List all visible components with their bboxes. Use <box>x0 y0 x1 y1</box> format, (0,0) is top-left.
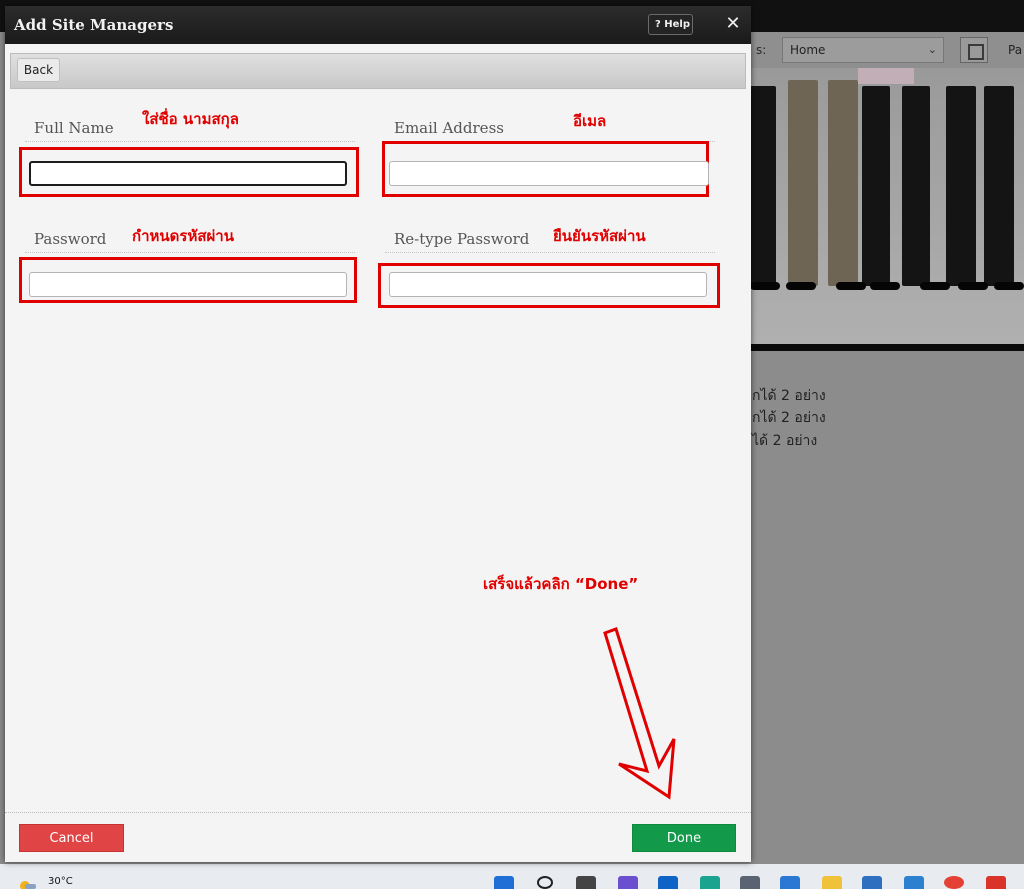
store-icon[interactable] <box>862 876 882 889</box>
hero-bottom-band <box>750 344 1024 351</box>
page-select[interactable]: Home ⌄ <box>782 37 944 63</box>
layout-icon[interactable] <box>960 37 988 63</box>
hero-image <box>750 68 1024 344</box>
background-text-line: ได้ 2 อย่าง <box>752 433 818 449</box>
file-explorer-icon[interactable] <box>822 876 842 889</box>
annotation-arrow-icon <box>603 627 676 800</box>
hero-shoe <box>994 282 1024 290</box>
chrome-icon[interactable] <box>944 876 964 889</box>
hero-shoe <box>920 282 950 290</box>
task-view-icon[interactable] <box>576 876 596 889</box>
hero-shoe <box>786 282 816 290</box>
hero-shoe <box>836 282 866 290</box>
edge-icon[interactable] <box>700 876 720 889</box>
dialog-footer: Cancel Done <box>5 813 751 862</box>
hero-shoe <box>750 282 780 290</box>
start-icon[interactable] <box>494 876 514 889</box>
hero-leg <box>862 86 890 286</box>
outlook-icon[interactable] <box>658 876 678 889</box>
weather-icon <box>20 881 36 889</box>
hero-leg <box>788 80 818 286</box>
hero-leg <box>750 86 776 286</box>
hero-leg <box>902 86 930 286</box>
hero-leg <box>828 80 858 286</box>
page-select-value: Home <box>790 43 826 57</box>
background-text-line: กได้ 2 อย่าง <box>752 410 826 426</box>
windows-taskbar: 30°C <box>0 864 1024 889</box>
background-text-line: กได้ 2 อย่าง <box>752 388 826 404</box>
add-site-managers-dialog: Add Site Managers ? Help ✕ Back Full Nam… <box>5 6 751 862</box>
cancel-button[interactable]: Cancel <box>19 824 124 852</box>
teams-icon[interactable] <box>618 876 638 889</box>
hero-shoe <box>958 282 988 290</box>
weather-temperature: 30°C <box>48 876 73 887</box>
hero-leg <box>984 86 1014 286</box>
hero-shirt <box>858 68 914 84</box>
hero-shoe <box>870 282 900 290</box>
notepad-icon[interactable] <box>904 876 924 889</box>
chevron-down-icon: ⌄ <box>927 43 937 56</box>
pdf-reader-icon[interactable] <box>986 876 1006 889</box>
pages-label: s: <box>756 43 767 57</box>
toolbar-right-label: Pa <box>1008 43 1023 57</box>
hero-leg <box>946 86 976 286</box>
search-icon[interactable] <box>537 876 553 889</box>
done-button[interactable]: Done <box>632 824 736 852</box>
background-toolbar: s: Home ⌄ Pa <box>740 32 1024 68</box>
calculator-icon[interactable] <box>740 876 760 889</box>
todo-icon[interactable] <box>780 876 800 889</box>
